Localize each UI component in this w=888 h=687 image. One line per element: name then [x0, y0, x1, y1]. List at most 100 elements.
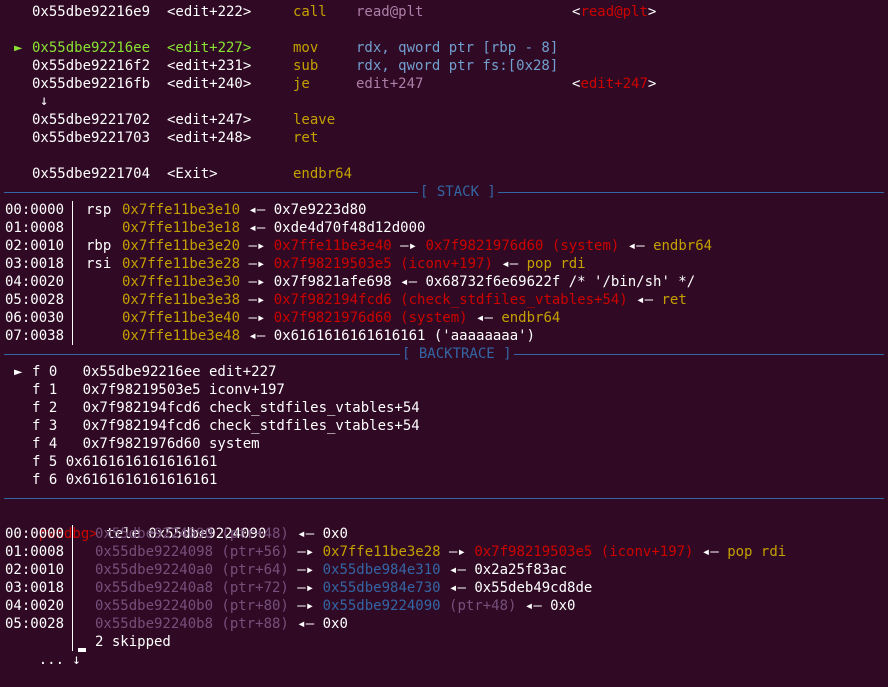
- instr-symbol: <edit+231>: [167, 58, 252, 74]
- backtrace-frame[interactable]: f 3 0x7f982194fcd6 check_stdfiles_vtable…: [32, 417, 420, 435]
- tele-entry[interactable]: 0x55dbe92240a0 (ptr+64) —▸ 0x55dbe984e31…: [95, 561, 567, 579]
- stack-value: —▸: [240, 310, 274, 326]
- stack-address: 0x7ffe11be3e28: [122, 256, 241, 272]
- stack-register: rsp: [86, 202, 112, 218]
- stack-entry[interactable]: 0x7ffe11be3e40 —▸ 0x7f9821976d60 (system…: [122, 309, 560, 327]
- tele-value: pop rdi: [727, 544, 787, 560]
- stack-value: ◂—: [492, 256, 527, 272]
- tele-value: (ptr+48): [440, 598, 517, 614]
- tele-offset: 02:0010: [5, 562, 65, 578]
- stack-value: —▸: [240, 292, 274, 308]
- instr-symbol: <edit+240>: [167, 76, 252, 92]
- tele-value: —▸: [288, 598, 323, 614]
- stack-value: 0x7f9821976d60 (system): [425, 238, 620, 254]
- backtrace-frame[interactable]: f 2 0x7f982194fcd6 check_stdfiles_vtable…: [32, 399, 420, 417]
- stack-value: ◂—: [619, 238, 654, 254]
- stack-entry[interactable]: 0x7ffe11be3e20 —▸ 0x7ffe11be3e40 —▸ 0x7f…: [122, 237, 712, 255]
- stack-value: —▸ 0x7f9821afe698 ◂— 0x68732f6e69622f /*…: [240, 274, 696, 290]
- tele-offset: 03:0018: [5, 580, 65, 596]
- stack-address: 0x7ffe11be3e10: [122, 202, 241, 218]
- tele-value: 0x55dbe9224090: [322, 598, 441, 614]
- bottom-separator: [0, 489, 888, 507]
- stack-entry[interactable]: 0x7ffe11be3e30 —▸ 0x7f9821afe698 ◂— 0x68…: [122, 273, 695, 291]
- instr-mnemonic: endbr64: [293, 166, 353, 182]
- stack-value: —▸: [391, 238, 426, 254]
- stack-divider: [72, 201, 73, 345]
- stack-offset: 03:0018: [5, 256, 65, 272]
- comment-target: read@plt: [580, 4, 648, 20]
- stack-value: 0x7f982194fcd6 (check_stdfiles_vtables+5…: [273, 292, 628, 308]
- instr-symbol: <edit+222>: [167, 4, 252, 20]
- terminal-window[interactable]: 0x55dbe92216e9 <edit+222> call read@plt <rea…: [0, 0, 888, 668]
- tele-value: —▸: [288, 562, 323, 578]
- stack-entry[interactable]: 0x7ffe11be3e18 ◂— 0xde4d70f48d12d000: [122, 219, 425, 237]
- backtrace-frame[interactable]: f 6 0x6161616161616161: [32, 471, 217, 489]
- tele-value: 0x55dbe92240a0 (ptr+64): [95, 562, 289, 578]
- stack-offset: 00:0000: [5, 202, 65, 218]
- instr-symbol: <edit+227>: [167, 40, 252, 56]
- stack-entry[interactable]: 0x7ffe11be3e38 —▸ 0x7f982194fcd6 (check_…: [122, 291, 687, 309]
- tele-value: ◂— 0x0: [516, 598, 576, 614]
- stack-entry[interactable]: 0x7ffe11be3e10 ◂— 0x7e9223d80: [122, 201, 366, 219]
- tele-entry[interactable]: 0x55dbe92240a8 (ptr+72) —▸ 0x55dbe984e73…: [95, 579, 592, 597]
- skip-prefix: ... ↓: [38, 652, 81, 668]
- command-line[interactable]: pwndbg> tele 0x55dbe9224090: [5, 507, 267, 542]
- backtrace-frame[interactable]: f 0 0x55dbe92216ee edit+227: [32, 363, 276, 381]
- stack-value: 0x7ffe11be3e40: [273, 238, 392, 254]
- instr-address[interactable]: 0x55dbe92216e9: [32, 3, 150, 21]
- stack-value: endbr64: [501, 310, 561, 326]
- stack-value: —▸: [240, 256, 274, 272]
- tele-offset: 01:0008: [5, 544, 65, 560]
- stack-register: rsi: [86, 256, 112, 272]
- instr-address[interactable]: 0x55dbe9221703: [32, 129, 150, 147]
- instr-address[interactable]: 0x55dbe9221702: [32, 111, 150, 129]
- instr-operands: rdx, qword ptr [rbp - 8]: [356, 40, 559, 56]
- stack-value: 0x7f9821976d60 (system): [273, 310, 468, 326]
- tele-offset: 04:0020: [5, 598, 65, 614]
- instr-operands: rdx, qword ptr fs:[0x28]: [356, 58, 559, 74]
- tele-entry[interactable]: 0x55dbe9224090 (ptr+48) ◂— 0x0: [95, 525, 348, 543]
- tele-value: 0x7ffe11be3e28: [322, 544, 441, 560]
- stack-address: 0x7ffe11be3e38: [122, 292, 241, 308]
- tele-offset: 00:0000: [5, 526, 65, 542]
- stack-offset: 02:0010: [5, 238, 65, 254]
- comment-gt: >: [647, 4, 657, 20]
- instr-mnemonic: call: [293, 4, 327, 20]
- instr-symbol: <Exit>: [167, 166, 218, 182]
- instr-mnemonic: mov: [293, 40, 319, 56]
- tele-value: ◂— 0x0: [288, 526, 348, 542]
- backtrace-frame[interactable]: f 4 0x7f9821976d60 system: [32, 435, 260, 453]
- instr-symbol: <edit+248>: [167, 130, 252, 146]
- backtrace-frame[interactable]: f 1 0x7f98219503e5 iconv+197: [32, 381, 285, 399]
- instr-mnemonic: sub: [293, 58, 319, 74]
- tele-entry[interactable]: 0x55dbe92240b0 (ptr+80) —▸ 0x55dbe922409…: [95, 597, 575, 615]
- stack-value: ret: [661, 292, 687, 308]
- stack-title: [ STACK ]: [418, 183, 498, 201]
- backtrace-title: [ BACKTRACE ]: [400, 345, 514, 363]
- stack-entry[interactable]: 0x7ffe11be3e28 —▸ 0x7f98219503e5 (iconv+…: [122, 255, 586, 273]
- stack-value: ◂— 0x7e9223d80: [240, 202, 367, 218]
- text-cursor: [78, 648, 86, 652]
- tele-value: 0x55dbe984e310: [322, 562, 441, 578]
- stack-value: ◂—: [627, 292, 662, 308]
- stack-offset: 04:0020: [5, 274, 65, 290]
- stack-entry[interactable]: 0x7ffe11be3e48 ◂— 0x6161616161616161 ('a…: [122, 327, 535, 345]
- instr-address[interactable]: 0x55dbe92216fb: [32, 75, 150, 93]
- instr-operands: edit+247: [356, 76, 424, 92]
- instr-comment: <edit+247>: [572, 75, 656, 93]
- instr-address[interactable]: 0x55dbe92216f2: [32, 57, 150, 75]
- comment-target: edit+247: [580, 76, 648, 92]
- instr-address[interactable]: 0x55dbe9221704: [32, 165, 150, 183]
- comment-gt: >: [647, 76, 657, 92]
- instr-mnemonic: leave: [293, 112, 336, 128]
- jump-arrow: ↓: [40, 93, 49, 109]
- stack-value: —▸: [240, 238, 274, 254]
- instr-address[interactable]: 0x55dbe92216ee: [32, 39, 150, 57]
- tele-value: 0x7f98219503e5 (iconv+197): [474, 544, 694, 560]
- stack-address: 0x7ffe11be3e30: [122, 274, 241, 290]
- tele-entry[interactable]: 0x55dbe92240b8 (ptr+88) ◂— 0x0: [95, 615, 348, 633]
- backtrace-frame[interactable]: f 5 0x6161616161616161: [32, 453, 217, 471]
- instr-mnemonic: ret: [293, 130, 319, 146]
- tele-entry[interactable]: 0x55dbe9224098 (ptr+56) —▸ 0x7ffe11be3e2…: [95, 543, 786, 561]
- skipped-line: ... ↓: [5, 633, 81, 668]
